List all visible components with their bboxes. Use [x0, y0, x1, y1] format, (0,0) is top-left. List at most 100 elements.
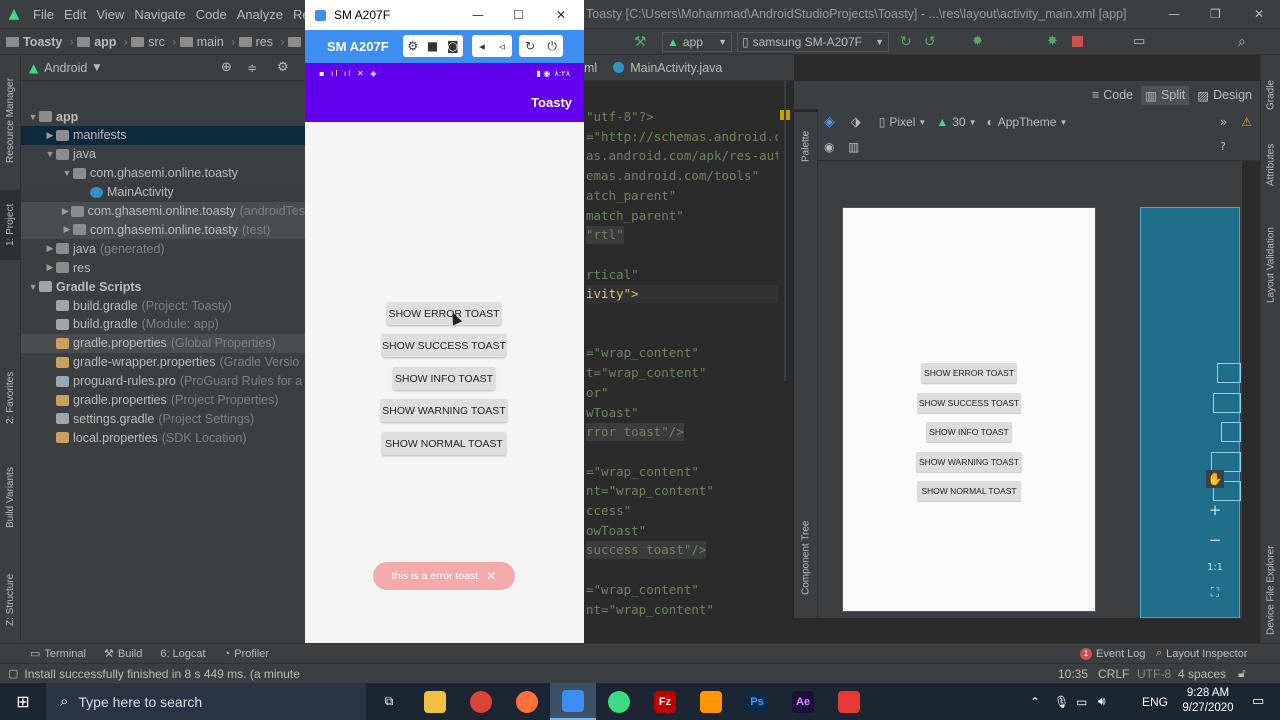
chevron-down-icon[interactable]: ▼: [93, 63, 100, 73]
zoom-out-icon[interactable]: −: [1209, 531, 1222, 549]
tab-layout-xml[interactable]: ml: [584, 61, 613, 75]
chrome-icon[interactable]: [458, 683, 504, 720]
show-info-toast-button[interactable]: SHOW INFO TOAST: [393, 367, 495, 390]
tab-device-file-explorer[interactable]: Device File Explorer: [1261, 525, 1280, 655]
sublime-icon[interactable]: [688, 683, 734, 720]
volume-down-icon[interactable]: ◂: [479, 40, 485, 53]
pan-hand-icon[interactable]: ✋: [1205, 470, 1225, 488]
tab-layout-validation[interactable]: Layout Validation: [1261, 210, 1280, 320]
tree-item[interactable]: MainActivity: [21, 182, 305, 202]
layout-preview[interactable]: SHOW ERROR TOAST SHOW SUCCESS TOAST SHOW…: [842, 207, 1096, 612]
tree-item[interactable]: build.gradle (Project: Toasty): [21, 296, 305, 315]
after-effects-icon[interactable]: Ae: [780, 683, 826, 720]
tree-item[interactable]: ▶ res: [21, 258, 305, 277]
tree-item[interactable]: ▼ java: [21, 145, 305, 164]
preview-show-info-toast[interactable]: SHOW INFO TOAST: [926, 422, 1012, 442]
tab-terminal[interactable]: ▭ Terminal: [30, 647, 86, 661]
device-select[interactable]: ▯ samsung SM-A207F ▼: [737, 32, 889, 52]
menu-analyze[interactable]: Analyze: [232, 7, 288, 22]
chevron-down-icon[interactable]: ▼: [44, 149, 56, 159]
chevron-right-icon[interactable]: ▶: [44, 262, 56, 273]
tab-structure[interactable]: Z: Structure: [0, 560, 21, 640]
warning-icon[interactable]: ⚠: [1241, 115, 1252, 129]
device-dropdown[interactable]: ▯ Pixel ▼: [879, 115, 927, 129]
preview-show-normal-toast[interactable]: SHOW NORMAL TOAST: [917, 481, 1021, 501]
tab-favorites[interactable]: 2: Favorites: [0, 360, 21, 435]
task-view-icon[interactable]: ⧉: [366, 683, 412, 720]
tree-item[interactable]: gradle-wrapper.properties (Gradle Versio: [21, 353, 305, 372]
split-mode-button[interactable]: ▥ Split: [1141, 85, 1190, 105]
breadcrumb-src[interactable]: src: [131, 35, 165, 49]
start-button[interactable]: ⊞: [0, 683, 46, 720]
tree-item[interactable]: ▼ Gradle Scripts: [21, 277, 305, 296]
run-config-select[interactable]: ▲ app ▼: [662, 32, 732, 52]
preview-show-warning-toast[interactable]: SHOW WARNING TOAST: [916, 452, 1022, 472]
network-icon[interactable]: ▭: [1076, 695, 1087, 709]
close-icon[interactable]: ✕: [1254, 7, 1264, 21]
tree-item[interactable]: ▶ java (generated): [21, 239, 305, 258]
photoshop-icon[interactable]: Ps: [734, 683, 780, 720]
tree-item[interactable]: proguard-rules.pro (ProGuard Rules for a: [21, 372, 305, 391]
blueprint-icon[interactable]: ▥: [848, 140, 859, 154]
microphone-icon[interactable]: 🎙︎: [1054, 695, 1069, 709]
chevron-right-icon[interactable]: ▶: [44, 130, 56, 141]
breadcrumb-project[interactable]: Toasty: [6, 35, 62, 49]
tab-profiler[interactable]: ◔ Profiler: [224, 648, 270, 660]
breadcrumb-res[interactable]: res: [238, 35, 273, 49]
minimize-icon[interactable]: —: [472, 8, 484, 22]
tree-item[interactable]: build.gradle (Module: app): [21, 315, 305, 334]
rerun-icon[interactable]: ↻: [900, 34, 912, 50]
firefox-icon[interactable]: [504, 683, 550, 720]
notifications-icon[interactable]: ▭: [1252, 694, 1264, 709]
android-studio-taskbar-icon[interactable]: [596, 683, 642, 720]
filezilla-icon[interactable]: Fz: [642, 683, 688, 720]
chevron-down-icon[interactable]: ▼: [61, 168, 73, 178]
build-hammer-icon[interactable]: ⚒: [634, 34, 647, 50]
menu-code[interactable]: Code: [191, 7, 232, 22]
preview-show-error-toast[interactable]: SHOW ERROR TOAST: [921, 363, 1017, 383]
layers-icon[interactable]: ◈: [824, 114, 835, 130]
show-success-toast-button[interactable]: SHOW SUCCESS TOAST: [382, 334, 506, 357]
collapse-icon[interactable]: ≑: [247, 61, 257, 75]
tree-item[interactable]: ▼ com.ghasemi.online.toasty: [21, 164, 305, 183]
orientation-icon[interactable]: ⬗: [851, 115, 861, 130]
menu-edit[interactable]: Edit: [59, 7, 91, 22]
breadcrumb-layout[interactable]: la: [287, 35, 305, 49]
tree-item[interactable]: ▶ manifests: [21, 125, 305, 145]
rotate-icon[interactable]: ↻: [525, 39, 535, 53]
screenshot-icon[interactable]: ◙: [447, 39, 459, 53]
api-dropdown[interactable]: ▲ 30 ▼: [936, 115, 976, 129]
attach-debugger-icon[interactable]: ✸: [1047, 34, 1058, 49]
fit-screen-icon[interactable]: ⛶: [1211, 585, 1219, 600]
show-normal-toast-button[interactable]: SHOW NORMAL TOAST: [382, 432, 506, 455]
apply-changes-icon[interactable]: ↺: [924, 34, 936, 50]
volume-icon[interactable]: 🔊︎: [1098, 694, 1106, 709]
tree-item[interactable]: settings.gradle (Project Settings): [21, 409, 305, 428]
record-icon[interactable]: ■: [427, 39, 438, 53]
sdk-manager-icon[interactable]: ▭: [1133, 34, 1145, 49]
tab-project[interactable]: 1: Project: [0, 190, 21, 260]
close-icon[interactable]: ✕: [556, 8, 566, 22]
show-warning-toast-button[interactable]: SHOW WARNING TOAST: [381, 399, 507, 422]
recorder-icon[interactable]: [826, 683, 872, 720]
stop-icon[interactable]: [1072, 36, 1083, 47]
settings-icon[interactable]: ⚙: [407, 39, 418, 53]
tray-chevron-icon[interactable]: ⌃: [1030, 695, 1040, 709]
tree-item[interactable]: gradle.properties (Global Properties): [21, 333, 305, 353]
menu-file[interactable]: File: [28, 7, 59, 22]
zoom-in-icon[interactable]: +: [1209, 501, 1222, 519]
emulator-taskbar-icon[interactable]: [550, 683, 596, 720]
tree-item[interactable]: ▼ app: [21, 107, 305, 126]
theme-dropdown[interactable]: ◐ AppTheme ▼: [987, 115, 1068, 129]
tab-palette[interactable]: Palette: [794, 116, 818, 176]
tab-logcat[interactable]: 6: Logcat: [160, 648, 205, 660]
tree-item[interactable]: local.properties (SDK Location): [21, 428, 305, 447]
menu-navigate[interactable]: Navigate: [129, 7, 190, 22]
tab-resource-manager[interactable]: Resource Manager: [0, 65, 21, 175]
taskbar-search[interactable]: ⌕ Type here to search: [46, 683, 366, 720]
eye-icon[interactable]: ◉: [824, 140, 834, 154]
search-icon[interactable]: ⌕: [1238, 34, 1246, 50]
design-mode-button[interactable]: ▨ Design: [1197, 88, 1252, 103]
maximize-icon[interactable]: ☐: [513, 8, 524, 22]
file-encoding[interactable]: UTF-8: [1137, 667, 1171, 681]
